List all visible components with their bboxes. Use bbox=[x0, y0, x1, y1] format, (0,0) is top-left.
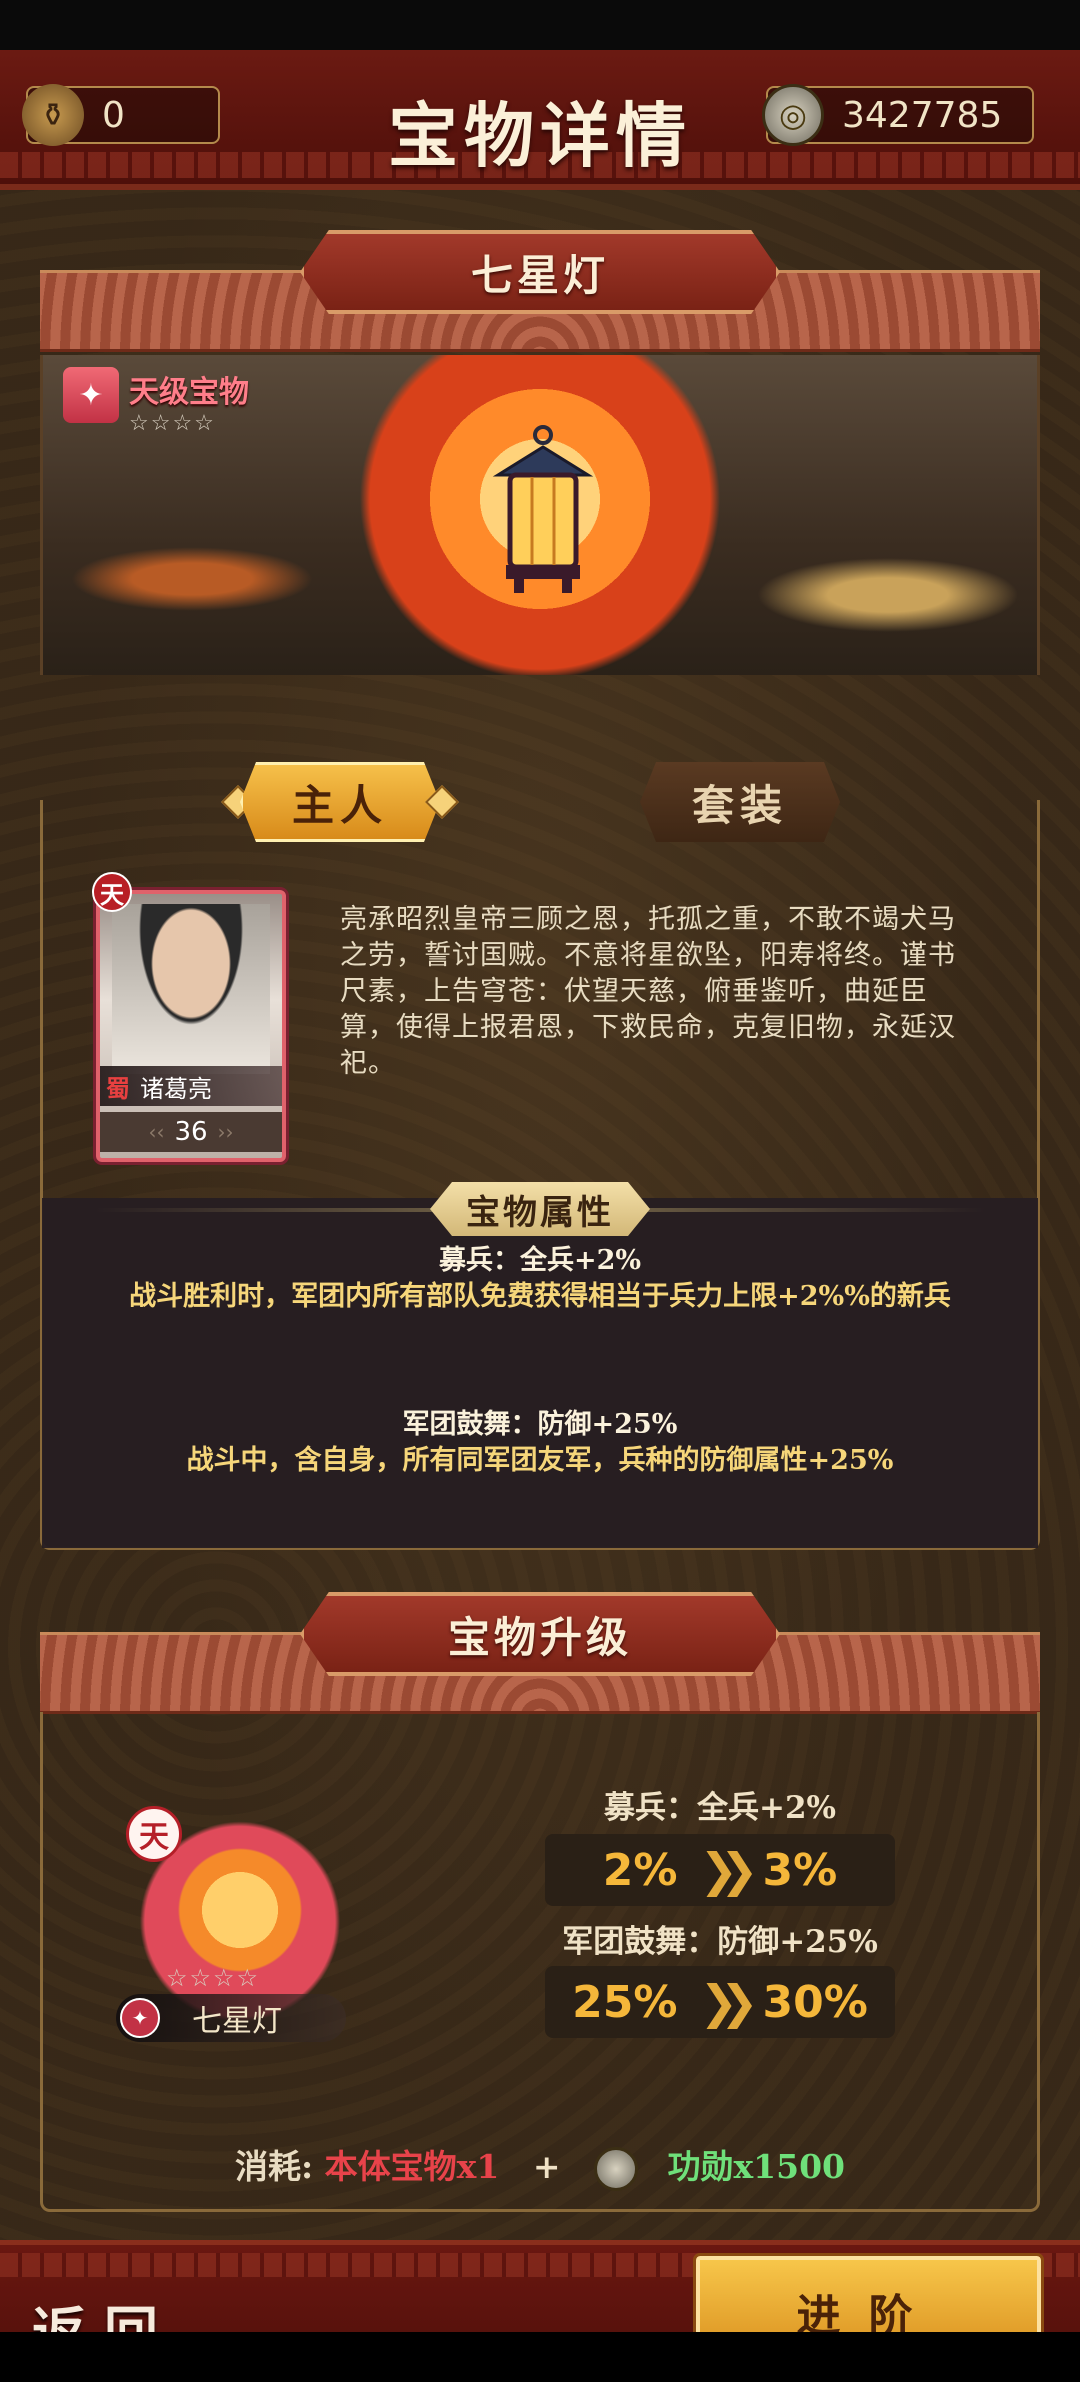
owner-bio: 亮承昭烈皇帝三顾之恩，托孤之重，不敢不竭犬马之劳，誓讨国贼。不意将星欲坠，阳寿将… bbox=[340, 904, 956, 1079]
upgrade-cost: 消耗: 本体宝物x1 + 功勋x1500 bbox=[0, 2140, 1080, 2191]
top-bar: ⚱ 0 宝物详情 ◎ 3427785 bbox=[0, 50, 1080, 190]
merit-count: 3427785 bbox=[842, 94, 1003, 136]
upgrade-to-morale: 30% bbox=[762, 1976, 868, 2028]
owner-portrait bbox=[112, 904, 270, 1074]
arrow-right-icon: ❯❯ bbox=[699, 1975, 758, 2029]
upgrade-title-plaque: 宝物升级 bbox=[300, 1592, 780, 1676]
upgrade-title: 宝物升级 bbox=[447, 1612, 632, 1662]
treasure-stars: ☆☆☆☆ bbox=[129, 411, 216, 436]
level-ornament-right: ›› bbox=[217, 1120, 234, 1144]
treasure-grade-icon: ✦ bbox=[63, 367, 119, 423]
upgrade-row-recruit: 2% ❯❯ 3% bbox=[545, 1834, 895, 1906]
treasure-grade-icon: ✦ bbox=[120, 1998, 160, 2038]
treasure-name-plaque: 七星灯 bbox=[300, 230, 780, 314]
system-nav-bar bbox=[0, 2332, 1080, 2382]
attribute-head-morale: 军团鼓舞：防御+25% bbox=[402, 1409, 678, 1440]
tab-owner[interactable]: 主人 bbox=[240, 762, 440, 842]
owner-level-bar: ‹‹ 36 ›› bbox=[100, 1112, 282, 1152]
upgrade-from-recruit: 2% bbox=[602, 1844, 678, 1896]
status-bar bbox=[0, 0, 1080, 50]
tab-set[interactable]: 套装 bbox=[640, 762, 840, 842]
owner-name: 诸葛亮 bbox=[140, 1074, 212, 1103]
level-ornament-left: ‹‹ bbox=[148, 1120, 165, 1144]
owner-hero-card[interactable]: 蜀 诸葛亮 ‹‹ 36 ›› bbox=[96, 890, 286, 1162]
upgrade-stars: ☆☆☆☆ bbox=[166, 1964, 261, 1992]
upgrade-row-morale: 25% ❯❯ 30% bbox=[545, 1966, 895, 2038]
upgrade-from-morale: 25% bbox=[572, 1976, 678, 2028]
upgrade-to-recruit: 3% bbox=[762, 1844, 838, 1896]
lantern-icon bbox=[492, 425, 594, 593]
tab-set-label: 套装 bbox=[691, 780, 788, 830]
merit-coin-icon: ◎ bbox=[762, 84, 824, 146]
cost-currency: 功勋x1500 bbox=[667, 2147, 845, 2186]
cost-plus: + bbox=[532, 2147, 561, 2186]
cost-item: 本体宝物x1 bbox=[324, 2147, 500, 2186]
grade-tag: ✦ 天级宝物 ☆☆☆☆ bbox=[63, 367, 249, 436]
upgrade-label-morale: 军团鼓舞：防御+25% bbox=[562, 1924, 878, 1960]
cost-label: 消耗: bbox=[234, 2147, 314, 2186]
owner-level: 36 bbox=[174, 1117, 208, 1147]
merit-coin-icon bbox=[593, 2147, 638, 2191]
upgrade-name-bar: ✦ 七星灯 bbox=[116, 1994, 346, 2042]
upgrade-treasure-name: 七星灯 bbox=[192, 2004, 282, 2039]
owner-rank-badge: 天 bbox=[92, 872, 132, 912]
attributes-title: 宝物属性 bbox=[430, 1182, 650, 1236]
attribute-desc-morale: 战斗中，含自身，所有同军团友军，兵种的防御属性+25% bbox=[186, 1445, 894, 1476]
merit-resource[interactable]: ◎ 3427785 bbox=[762, 84, 1034, 146]
owner-name-bar: 蜀 诸葛亮 bbox=[100, 1066, 282, 1106]
upgrade-label-recruit: 募兵：全兵+2% bbox=[604, 1790, 836, 1826]
attribute-head-recruit: 募兵：全兵+2% bbox=[438, 1245, 642, 1276]
upgrade-rank-badge: 天 bbox=[126, 1806, 182, 1862]
treasure-image: ✦ 天级宝物 ☆☆☆☆ bbox=[40, 355, 1040, 675]
attribute-desc-recruit: 战斗胜利时，军团内所有部队免费获得相当于兵力上限+2%%的新兵 bbox=[129, 1281, 951, 1312]
owner-faction: 蜀 bbox=[106, 1073, 130, 1103]
tab-owner-label: 主人 bbox=[291, 780, 388, 830]
treasure-name: 七星灯 bbox=[470, 250, 609, 300]
arrow-right-icon: ❯❯ bbox=[699, 1843, 758, 1897]
treasure-grade: 天级宝物 bbox=[129, 375, 249, 410]
treasure-detail-page: ⚱ 0 宝物详情 ◎ 3427785 七星灯 ✦ 天级宝物 ☆☆☆☆ 主人 套装… bbox=[0, 50, 1080, 2382]
